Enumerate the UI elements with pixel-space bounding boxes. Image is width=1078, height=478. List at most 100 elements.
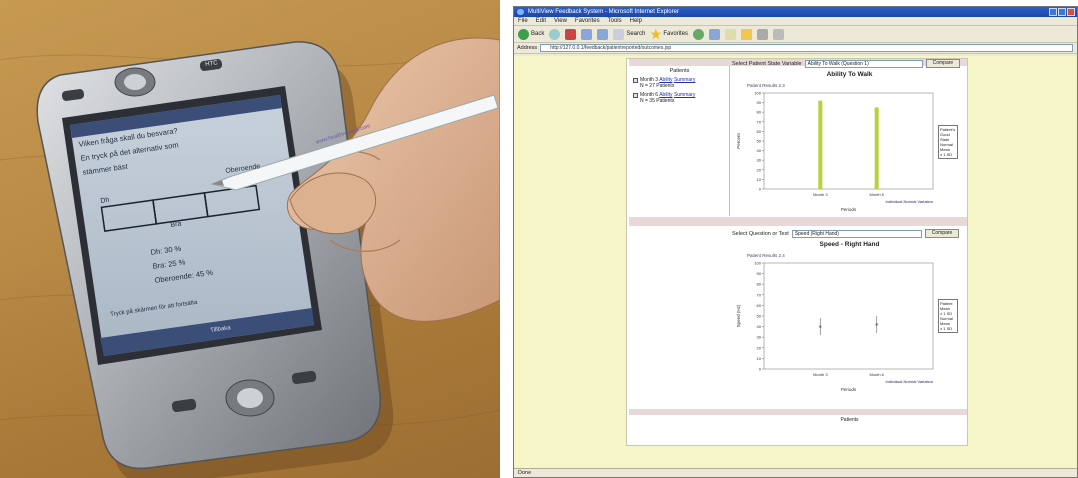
- compare-button-top[interactable]: Compare: [925, 59, 961, 68]
- cohort-checkbox[interactable]: [633, 78, 638, 83]
- question-select[interactable]: Speed (Right Hand): [791, 229, 922, 238]
- report-panel: Patients Month 3 Ability Summary N = 27 …: [626, 58, 968, 446]
- refresh-button[interactable]: [581, 28, 593, 40]
- y-tick-label: 70: [757, 119, 762, 124]
- forward-button[interactable]: [549, 28, 561, 40]
- browser-window: MultiView Feedback System - Microsoft In…: [513, 6, 1078, 478]
- device-option-left[interactable]: Dh: [100, 197, 110, 205]
- menu-favorites[interactable]: Favorites: [575, 17, 600, 25]
- y-tick-label: 30: [757, 158, 762, 163]
- y-tick-label: 90: [757, 100, 762, 105]
- maximize-button[interactable]: [1058, 8, 1066, 16]
- forward-arrow-icon: [549, 28, 561, 40]
- y-tick-label: 10: [757, 356, 762, 361]
- y-tick-label: 50: [757, 314, 762, 319]
- cohort-count: N = 27 Patients: [640, 83, 675, 89]
- y-tick-label: 100: [754, 91, 761, 96]
- back-arrow-icon: [518, 28, 529, 40]
- cohort-count: N = 35 Patients: [640, 98, 675, 104]
- x-tick-label: Month 3: [813, 372, 828, 377]
- y-tick-label: 60: [757, 303, 762, 308]
- bar: [874, 107, 879, 189]
- x-axis-label: Periods: [841, 387, 857, 392]
- menu-tools[interactable]: Tools: [608, 17, 622, 25]
- menu-view[interactable]: View: [554, 17, 567, 25]
- address-label: Address: [517, 45, 538, 51]
- history-button[interactable]: [709, 28, 721, 40]
- device-option-mid[interactable]: Bra: [170, 220, 182, 228]
- sidebar-header: Patients: [669, 68, 690, 74]
- variable-select[interactable]: Ability To Walk (Question 1): [804, 59, 923, 68]
- home-button[interactable]: [597, 28, 609, 40]
- x-axis-label: Periods: [841, 207, 857, 212]
- chart-2-title: Speed - Right Hand: [819, 241, 880, 248]
- y-tick-label: 80: [757, 110, 762, 115]
- y-tick-label: 100: [754, 261, 761, 266]
- device-photo-art: [0, 37, 500, 478]
- ie-logo-icon: [517, 9, 524, 15]
- folder-button[interactable]: [741, 28, 753, 40]
- print-button[interactable]: [757, 28, 769, 40]
- cohort-summary-link[interactable]: Summary: [674, 92, 695, 98]
- y-tick-label: 10: [757, 177, 762, 182]
- y-tick-label: 40: [757, 148, 762, 153]
- bottom-divider: [629, 409, 967, 415]
- status-text: Done: [518, 470, 532, 476]
- menu-file[interactable]: File: [518, 17, 528, 25]
- search-button[interactable]: Search: [613, 28, 645, 40]
- chart-1-title: Ability To Walk: [826, 71, 873, 78]
- menu-edit[interactable]: Edit: [536, 17, 546, 25]
- legend-item: ± 1 SD: [940, 326, 953, 331]
- favorites-button[interactable]: Favorites: [650, 28, 688, 40]
- plot-area: [763, 262, 934, 370]
- title-bar: MultiView Feedback System - Microsoft In…: [514, 7, 1077, 17]
- cohort-item[interactable]: Month 6 Ability Summary N = 35 Patients: [633, 92, 729, 104]
- window-title: MultiView Feedback System - Microsoft In…: [528, 9, 679, 15]
- mail-icon: [725, 28, 737, 40]
- compare-button-bottom[interactable]: Compare: [924, 229, 960, 238]
- mail-button[interactable]: [725, 28, 737, 40]
- legend-item: Good State: [940, 132, 950, 142]
- y-tick-label: 50: [757, 139, 762, 144]
- chart-2-legend: Patient Mean ± 1 SD Normal Mean ± 1 SD: [938, 299, 958, 333]
- legend-item: Patient Mean: [940, 301, 953, 311]
- legend-item: Normal Mean: [940, 142, 953, 152]
- question-select-label: Select Question or Test: [732, 230, 789, 237]
- bottom-caption: Patients: [840, 417, 859, 423]
- star-icon: [650, 28, 662, 40]
- legend-item: ± 1 SD: [940, 152, 953, 157]
- address-input[interactable]: http://127.0.0.1/feedback/patientreporte…: [540, 44, 1073, 52]
- device-photo: HTC Vilken fråga skall du besvara? En tr…: [0, 0, 500, 478]
- media-button[interactable]: [693, 28, 705, 40]
- folder-icon: [741, 28, 753, 40]
- refresh-icon: [581, 28, 593, 40]
- menu-help[interactable]: Help: [630, 17, 642, 25]
- edit-button[interactable]: [773, 28, 785, 40]
- back-button[interactable]: Back: [518, 28, 544, 40]
- cohort-item[interactable]: Month 3 Ability Summary N = 27 Patients: [633, 77, 729, 89]
- minimize-button[interactable]: [1049, 8, 1057, 16]
- print-icon: [757, 28, 769, 40]
- y-tick-label: 20: [757, 167, 762, 172]
- y-tick-label: 20: [757, 345, 762, 350]
- toolbar: Back Search Favorites: [514, 26, 1077, 43]
- y-axis-label: Percent: [736, 132, 741, 148]
- y-axis-label: Speed (Hz): [736, 304, 741, 327]
- x-tick-label: Month 6: [869, 372, 884, 377]
- section-divider: [629, 217, 967, 226]
- page-viewport: Patients Month 3 Ability Summary N = 27 …: [514, 56, 1077, 470]
- chart-footnote: Individual Normal Variation: [885, 379, 933, 384]
- variable-select-row: Select Patient State Variable Ability To…: [732, 59, 961, 68]
- cohort-checkbox[interactable]: [633, 93, 638, 98]
- search-icon: [613, 28, 625, 40]
- close-button[interactable]: [1067, 8, 1075, 16]
- stop-button[interactable]: [565, 28, 577, 40]
- edit-icon: [773, 28, 785, 40]
- y-tick-label: 90: [757, 271, 762, 276]
- chart-2: 0 10 20 30 40 50 60 70 80 90 100 Speed (Hz) Month 3 M…: [736, 261, 934, 392]
- cohort-summary-link[interactable]: Summary: [674, 77, 695, 83]
- y-tick-label: 40: [757, 324, 762, 329]
- legend-item: Normal Mean: [940, 316, 953, 326]
- mean-marker: [819, 325, 822, 328]
- cohort-sidebar: Patients Month 3 Ability Summary N = 27 …: [630, 66, 730, 216]
